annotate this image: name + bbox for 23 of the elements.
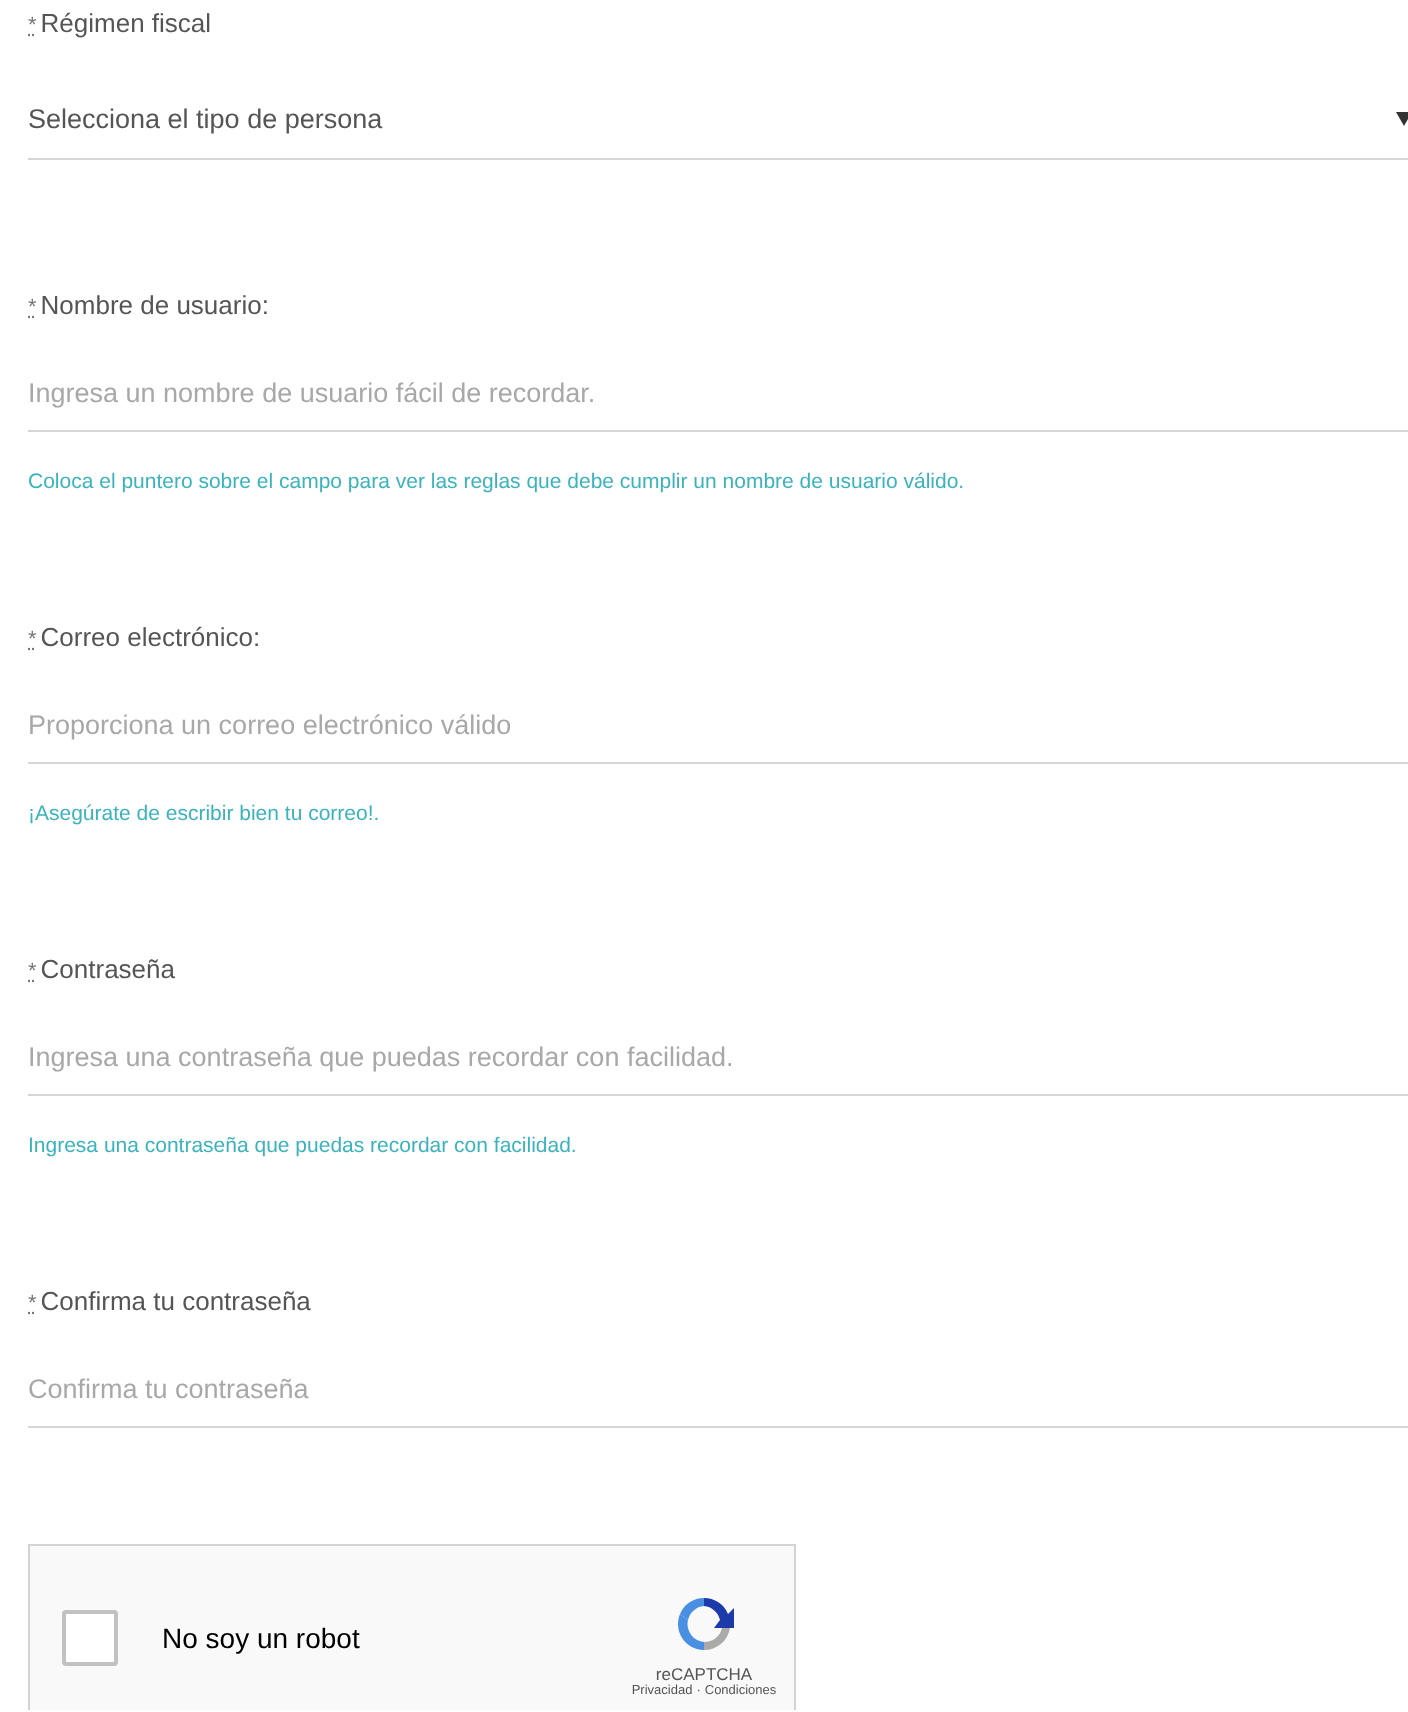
required-mark: * [28,958,37,988]
field-hint: ¡Asegúrate de escribir bien tu correo!. [28,800,382,830]
caret-icon [1396,111,1408,125]
input-field[interactable]: Ingresa un nombre de usuario fácil de recordar. [28,328,1408,432]
field-label: Correo electrónico: [40,620,261,656]
captcha-label: No soy un robot [162,1621,360,1653]
captcha-checkbox[interactable] [62,1609,118,1665]
recaptcha-logo-icon [672,1592,736,1656]
required-mark: * [28,626,37,656]
captcha-brand: reCAPTCHA [655,1664,753,1684]
field-label: Nombre de usuario: [40,288,269,324]
field-label: Contraseña [40,952,175,988]
input-field[interactable]: Ingresa una contraseña que puedas recordar con facilidad. [28,992,1408,1096]
field-label: Régimen fiscal [40,6,212,42]
required-mark: * [28,12,37,42]
required-mark: * [28,294,37,324]
field-hint: Coloca el puntero sobre el campo para ver las reglas que debe cumplir un nombre de usuario válido. [28,468,967,498]
input-field[interactable]: Confirma tu contraseña [28,1324,1408,1428]
required-mark: * [28,1290,37,1320]
field-label: Confirma tu contraseña [40,1284,311,1320]
input-field[interactable]: Proporciona un correo electrónico válido [28,660,1408,764]
select-field[interactable]: Selecciona el tipo de persona [28,46,1408,160]
field-hint: Ingresa una contraseña que puedas recordar con facilidad. [28,1132,579,1162]
